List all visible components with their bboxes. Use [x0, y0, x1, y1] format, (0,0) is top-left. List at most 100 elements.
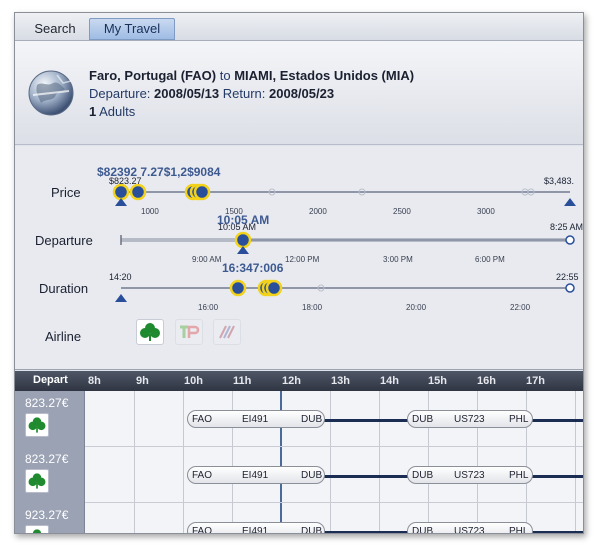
flight-segment-1[interactable]: FAO EI491 DUB [187, 410, 325, 428]
price-knob[interactable] [129, 183, 147, 201]
departure-slider[interactable]: 10:05 AM 8:25 AM 10:05 AM 9:00 AM 12:00 … [120, 213, 583, 264]
globe-icon [28, 70, 74, 116]
return-date: 2008/05/23 [269, 86, 335, 101]
airline-toggle-us-airways[interactable] [213, 319, 241, 345]
price-max-handle[interactable] [564, 198, 576, 206]
segment-to: PHL [509, 414, 529, 425]
departure-tick-label: 12:00 PM [285, 255, 320, 264]
segment-to: PHL [509, 526, 529, 534]
flight-segment-1[interactable]: FAO EI491 DUB [187, 522, 325, 534]
route-summary: Faro, Portugal (FAO) to MIAMI, Estados U… [89, 67, 414, 121]
segment-from: DUB [412, 526, 434, 534]
price-min-handle[interactable] [115, 198, 127, 206]
tab-my-travel[interactable]: My Travel [89, 18, 175, 40]
duration-tick-label: 18:00 [302, 303, 323, 312]
segment-from: FAO [192, 526, 213, 534]
segment-from: FAO [192, 470, 213, 481]
segment-flight: EI491 [242, 470, 269, 481]
duration-hover-label: 16:347:006 [222, 261, 284, 275]
shamrock-icon [28, 417, 46, 433]
travelers-line: 1 Adults [89, 103, 414, 121]
departure-hover-label: 10:05 AM [217, 213, 269, 227]
hour-label: 14h [380, 375, 399, 387]
price-knob[interactable] [112, 183, 130, 201]
segment-to: DUB [301, 414, 323, 425]
price-tick-label: 3000 [477, 207, 495, 216]
tab-bar: Search My Travel [15, 13, 583, 41]
hour-label: 10h [184, 375, 203, 387]
tab-search[interactable]: Search [25, 18, 85, 40]
shamrock-icon [32, 529, 42, 533]
departure-tick-label: 3:00 PM [383, 255, 413, 264]
price-cell: 923.27€ [15, 503, 85, 533]
departure-max-handle[interactable] [565, 235, 575, 245]
segment-from: DUB [412, 470, 434, 481]
results-grid: Depart 8h 9h 10h 11h 12h 13h 14h 15h 16h… [15, 371, 583, 534]
price-tick-label: 2500 [393, 207, 411, 216]
segment-from: FAO [192, 414, 213, 425]
segment-from: DUB [412, 414, 434, 425]
flight-segment-2[interactable]: DUB US723 PHL [407, 522, 533, 534]
airline-logo [25, 525, 49, 533]
flight-segment-2[interactable]: DUB US723 PHL [407, 466, 533, 484]
duration-min-handle[interactable] [115, 294, 127, 302]
duration-max-handle[interactable] [565, 283, 575, 293]
segment-flight: EI491 [242, 526, 269, 534]
destination-text: MIAMI, Estados Unidos (MIA) [234, 68, 415, 83]
adults-count: 1 [89, 104, 97, 119]
departure-knob[interactable] [234, 231, 252, 249]
price-tick-label: 2000 [309, 207, 327, 216]
hour-label: 17h [526, 375, 545, 387]
airline-logo [25, 469, 49, 493]
grid-header: Depart 8h 9h 10h 11h 12h 13h 14h 15h 16h… [15, 371, 583, 391]
result-row[interactable]: 923.27€ FAO EI491 DUB DUB US723 PHL [15, 503, 583, 534]
filters-panel: Price Departure Duration Airline $823.27… [15, 146, 583, 370]
departure-tick-label: 6:00 PM [475, 255, 505, 264]
hour-label: 12h [282, 375, 301, 387]
departure-max-label: 8:25 AM [550, 222, 583, 232]
segment-to: PHL [509, 470, 529, 481]
app-window: Search My Travel Faro, Portugal (FAO) to… [14, 12, 584, 534]
flight-segment-2[interactable]: DUB US723 PHL [407, 410, 533, 428]
row-price: 823.27€ [25, 452, 69, 466]
flight-segment-1[interactable]: FAO EI491 DUB [187, 466, 325, 484]
price-knob[interactable] [193, 183, 211, 201]
duration-max-label: 22:55 [556, 272, 579, 282]
route-line: Faro, Portugal (FAO) to MIAMI, Estados U… [89, 67, 414, 85]
dates-line: Departure: 2008/05/13 Return: 2008/05/23 [89, 85, 414, 103]
price-max-label: $3,483. [544, 176, 574, 186]
segment-to: DUB [301, 470, 323, 481]
segment-flight: US723 [454, 470, 485, 481]
row-price: 823.27€ [25, 396, 69, 410]
duration-slider[interactable]: 14:20 22:55 16:347:006 16:00 18:00 20:00… [109, 261, 579, 312]
duration-tick-label: 16:00 [198, 303, 219, 312]
to-word: to [219, 68, 231, 83]
departure-min-handle[interactable] [237, 246, 249, 254]
price-cell: 823.27€ [15, 447, 85, 503]
segment-flight: US723 [454, 526, 485, 534]
airline-toggle-aer-lingus[interactable] [136, 319, 164, 345]
departure-tick-label: 9:00 AM [192, 255, 222, 264]
depart-column-header: Depart [33, 374, 68, 386]
result-row[interactable]: 823.27€ FAO EI491 DUB DUB US723 PHL [15, 447, 583, 503]
airline-toggle-tap[interactable] [175, 319, 203, 345]
result-row[interactable]: 823.27€ FAO EI491 DUB DUB US723 PHL [15, 391, 583, 447]
stripes-logo-icon [219, 325, 235, 339]
departure-label: Departure: [89, 86, 151, 101]
return-label: Return: [222, 86, 266, 101]
shamrock-icon [140, 323, 160, 341]
duration-knob[interactable] [229, 279, 247, 297]
hour-label: 15h [428, 375, 447, 387]
segment-to: DUB [301, 526, 323, 534]
duration-tick-label: 20:00 [406, 303, 427, 312]
adults-label: Adults [99, 104, 136, 119]
duration-knob[interactable] [265, 279, 283, 297]
hour-label: 8h [88, 375, 101, 387]
hour-label: 11h [233, 375, 252, 387]
price-tick-label: 1000 [141, 207, 159, 216]
tap-logo-icon [180, 325, 200, 338]
price-slider[interactable]: $823.27 $3,483. $82392 7.27$1,2$9084 100… [97, 165, 576, 216]
departure-date: 2008/05/13 [154, 86, 220, 101]
segment-flight: US723 [454, 414, 485, 425]
filter-sliders: $823.27 $3,483. $82392 7.27$1,2$9084 100… [97, 165, 583, 312]
